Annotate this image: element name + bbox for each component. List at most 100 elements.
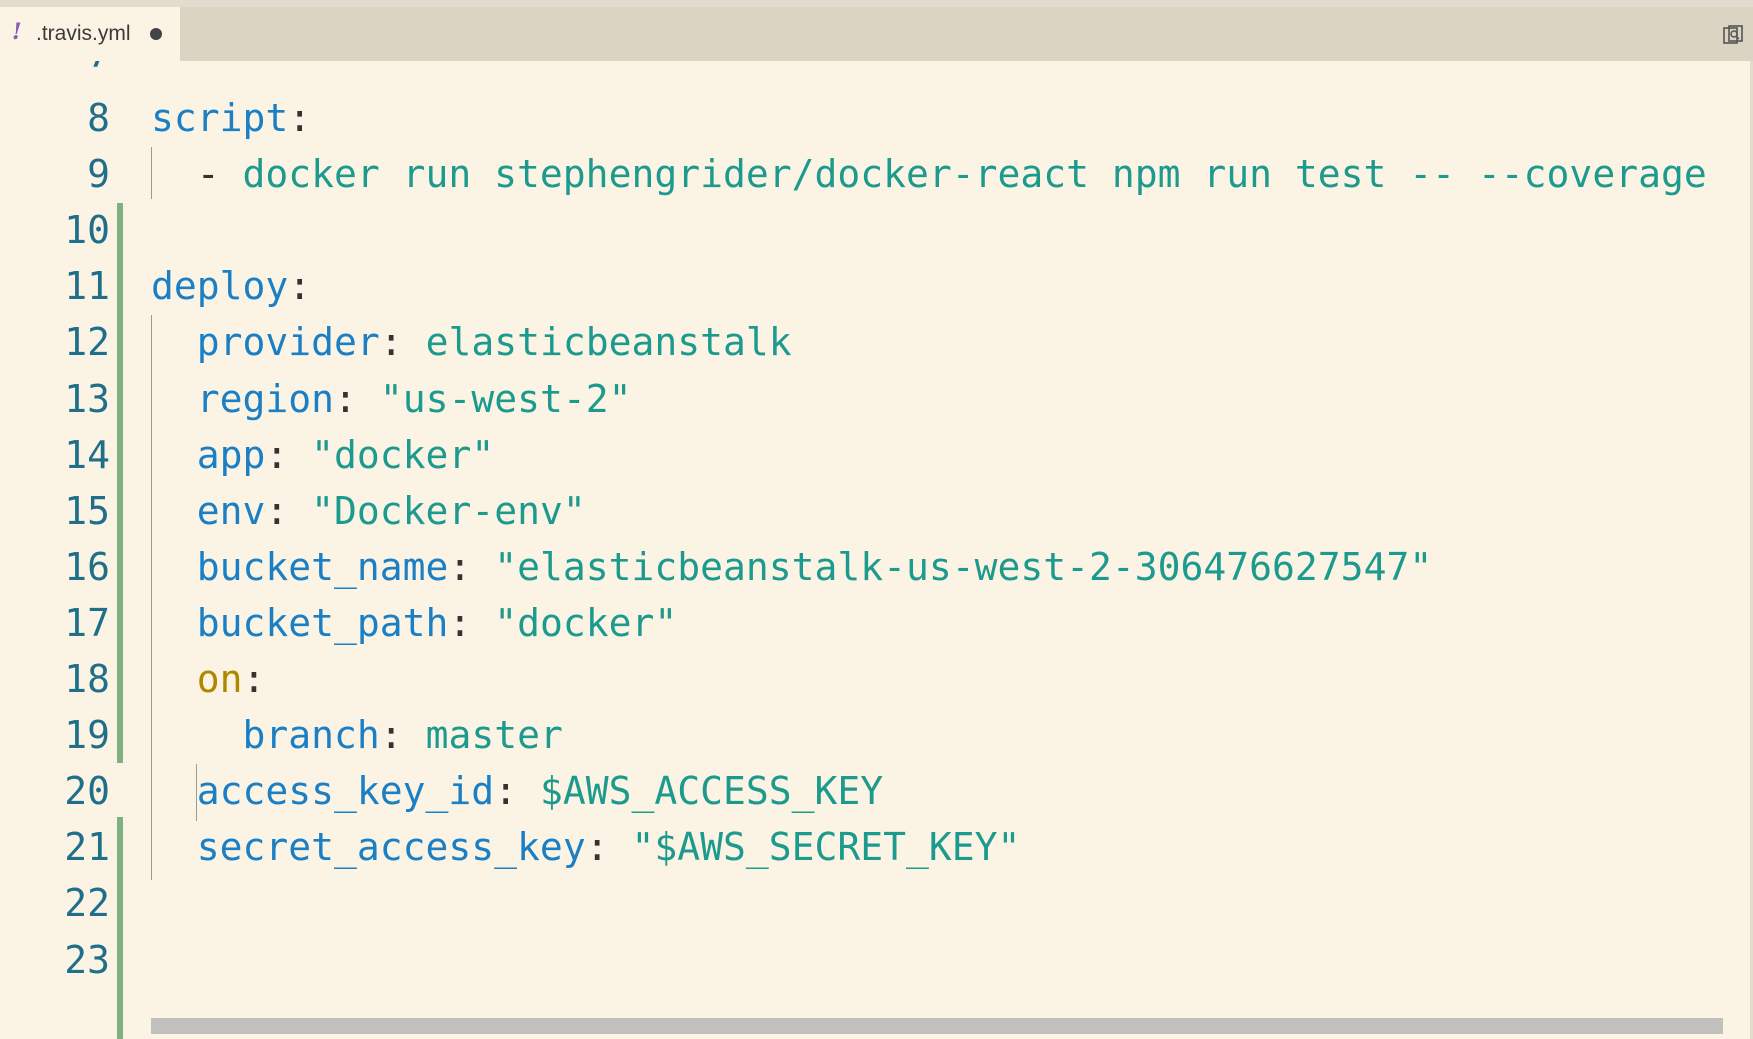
code-text: - docker run stephengrider/docker-react … — [151, 146, 1707, 202]
code-token: : — [265, 432, 312, 477]
code-token: script — [151, 96, 289, 140]
line-number: 19 — [64, 713, 110, 758]
code-line[interactable]: 19 branch: master — [0, 707, 1753, 763]
line-number: 11 — [64, 264, 110, 309]
code-token: : — [585, 825, 632, 870]
code-text: region: "us-west-2" — [151, 371, 632, 427]
code-line[interactable]: 23 — [0, 932, 1753, 988]
code-text: app: "docker" — [151, 427, 494, 483]
code-token: branch — [242, 713, 380, 758]
code-token: elasticbeanstalk — [425, 320, 792, 365]
line-number: 21 — [64, 825, 110, 870]
code-token: : — [494, 769, 540, 814]
code-token: master — [425, 713, 563, 758]
code-token: "elasticbeanstalk-us-west-2-306476627547… — [494, 544, 1433, 589]
code-token: "us-west-2" — [379, 376, 632, 421]
code-token: env — [196, 488, 266, 533]
code-token: deploy — [151, 264, 289, 309]
code-text: on: — [151, 651, 266, 707]
code-line[interactable]: 14 app: "docker" — [0, 427, 1753, 483]
code-token: $AWS_ACCESS_KEY — [539, 769, 884, 814]
code-line[interactable]: 21 secret_access_key: "$AWS_SECRET_KEY" — [0, 819, 1753, 875]
tab-label: .travis.yml — [36, 22, 131, 45]
modified-gutter-marker — [117, 817, 123, 1039]
code-line[interactable]: 13 region: "us-west-2" — [0, 371, 1753, 427]
code-token: secret_access_key — [196, 825, 586, 870]
code-line[interactable]: 17 bucket_path: "docker" — [0, 595, 1753, 651]
code-token: bucket_name — [196, 544, 449, 589]
code-line[interactable]: 15 env: "Docker-env" — [0, 483, 1753, 539]
code-token: : — [334, 376, 380, 421]
line-number: 13 — [64, 376, 110, 421]
code-text: bucket_name: "elasticbeanstalk-us-west-2… — [151, 539, 1432, 595]
code-text: branch: master — [151, 707, 563, 763]
code-line[interactable]: 8 script: — [0, 90, 1753, 146]
line-number: 20 — [64, 769, 110, 814]
code-line[interactable]: 10 — [0, 202, 1753, 258]
code-token: access_key_id — [196, 769, 495, 814]
code-line[interactable]: 9 - docker run stephengrider/docker-reac… — [0, 146, 1753, 202]
horizontal-scrollbar[interactable] — [151, 1018, 1723, 1034]
modified-gutter-marker — [117, 203, 123, 763]
code-token: : — [288, 264, 312, 309]
line-number: 9 — [87, 152, 110, 197]
line-number: 23 — [64, 937, 110, 982]
code-token: : — [379, 320, 426, 365]
line-number: 12 — [64, 320, 110, 365]
code-token: : — [288, 96, 312, 140]
code-token: app — [196, 432, 266, 477]
code-line[interactable]: 20 access_key_id: $AWS_ACCESS_KEY — [0, 763, 1753, 819]
line-number: 7 — [0, 61, 110, 82]
line-number: 15 — [64, 488, 110, 533]
code-token: : — [265, 488, 312, 533]
indent-guide — [151, 147, 152, 199]
tab-travis-yml[interactable]: ! .travis.yml — [0, 7, 180, 61]
indent-guide — [196, 764, 197, 821]
code-token: : — [242, 657, 266, 701]
line-number: 18 — [64, 657, 110, 701]
code-token: "docker" — [311, 432, 495, 477]
code-token: docker run stephengrider/docker-react np… — [242, 152, 1707, 197]
unsaved-dot-icon[interactable] — [150, 28, 162, 40]
line-number: 10 — [64, 208, 110, 253]
code-line[interactable]: 12 provider: elasticbeanstalk — [0, 314, 1753, 370]
line-number: 17 — [64, 600, 110, 645]
yaml-file-icon: ! — [12, 19, 22, 45]
code-token: on — [196, 657, 243, 701]
line-number: 8 — [87, 96, 110, 140]
editor-window: ! .travis.yml 7 8 script: 9 - docker run s… — [0, 0, 1753, 1039]
code-token: : — [448, 544, 495, 589]
code-token: - — [151, 152, 243, 197]
indent-guide — [151, 315, 152, 880]
code-line[interactable]: 11 deploy: — [0, 258, 1753, 314]
code-token: "docker" — [494, 600, 678, 645]
code-token: provider — [196, 320, 380, 365]
code-editor[interactable]: 7 8 script: 9 - docker run stephengrider/d… — [0, 61, 1753, 1039]
line-number: 22 — [64, 881, 110, 926]
title-bar — [0, 0, 1753, 7]
code-text: access_key_id: $AWS_ACCESS_KEY — [151, 763, 883, 819]
code-token: : — [379, 713, 426, 758]
line-number: 16 — [64, 544, 110, 589]
code-line-partial: 7 — [0, 61, 1753, 82]
code-token: region — [196, 376, 335, 421]
code-text: provider: elasticbeanstalk — [151, 314, 792, 370]
open-changes-icon[interactable] — [1721, 23, 1745, 47]
code-line[interactable]: 16 bucket_name: "elasticbeanstalk-us-wes… — [0, 539, 1753, 595]
line-number: 14 — [64, 432, 110, 477]
code-text: env: "Docker-env" — [151, 483, 586, 539]
code-token: "$AWS_SECRET_KEY" — [631, 825, 1021, 870]
code-line[interactable]: 18 on: — [0, 651, 1753, 707]
code-token: : — [448, 600, 495, 645]
code-token: "Docker-env" — [311, 488, 586, 533]
code-line[interactable]: 22 — [0, 875, 1753, 931]
